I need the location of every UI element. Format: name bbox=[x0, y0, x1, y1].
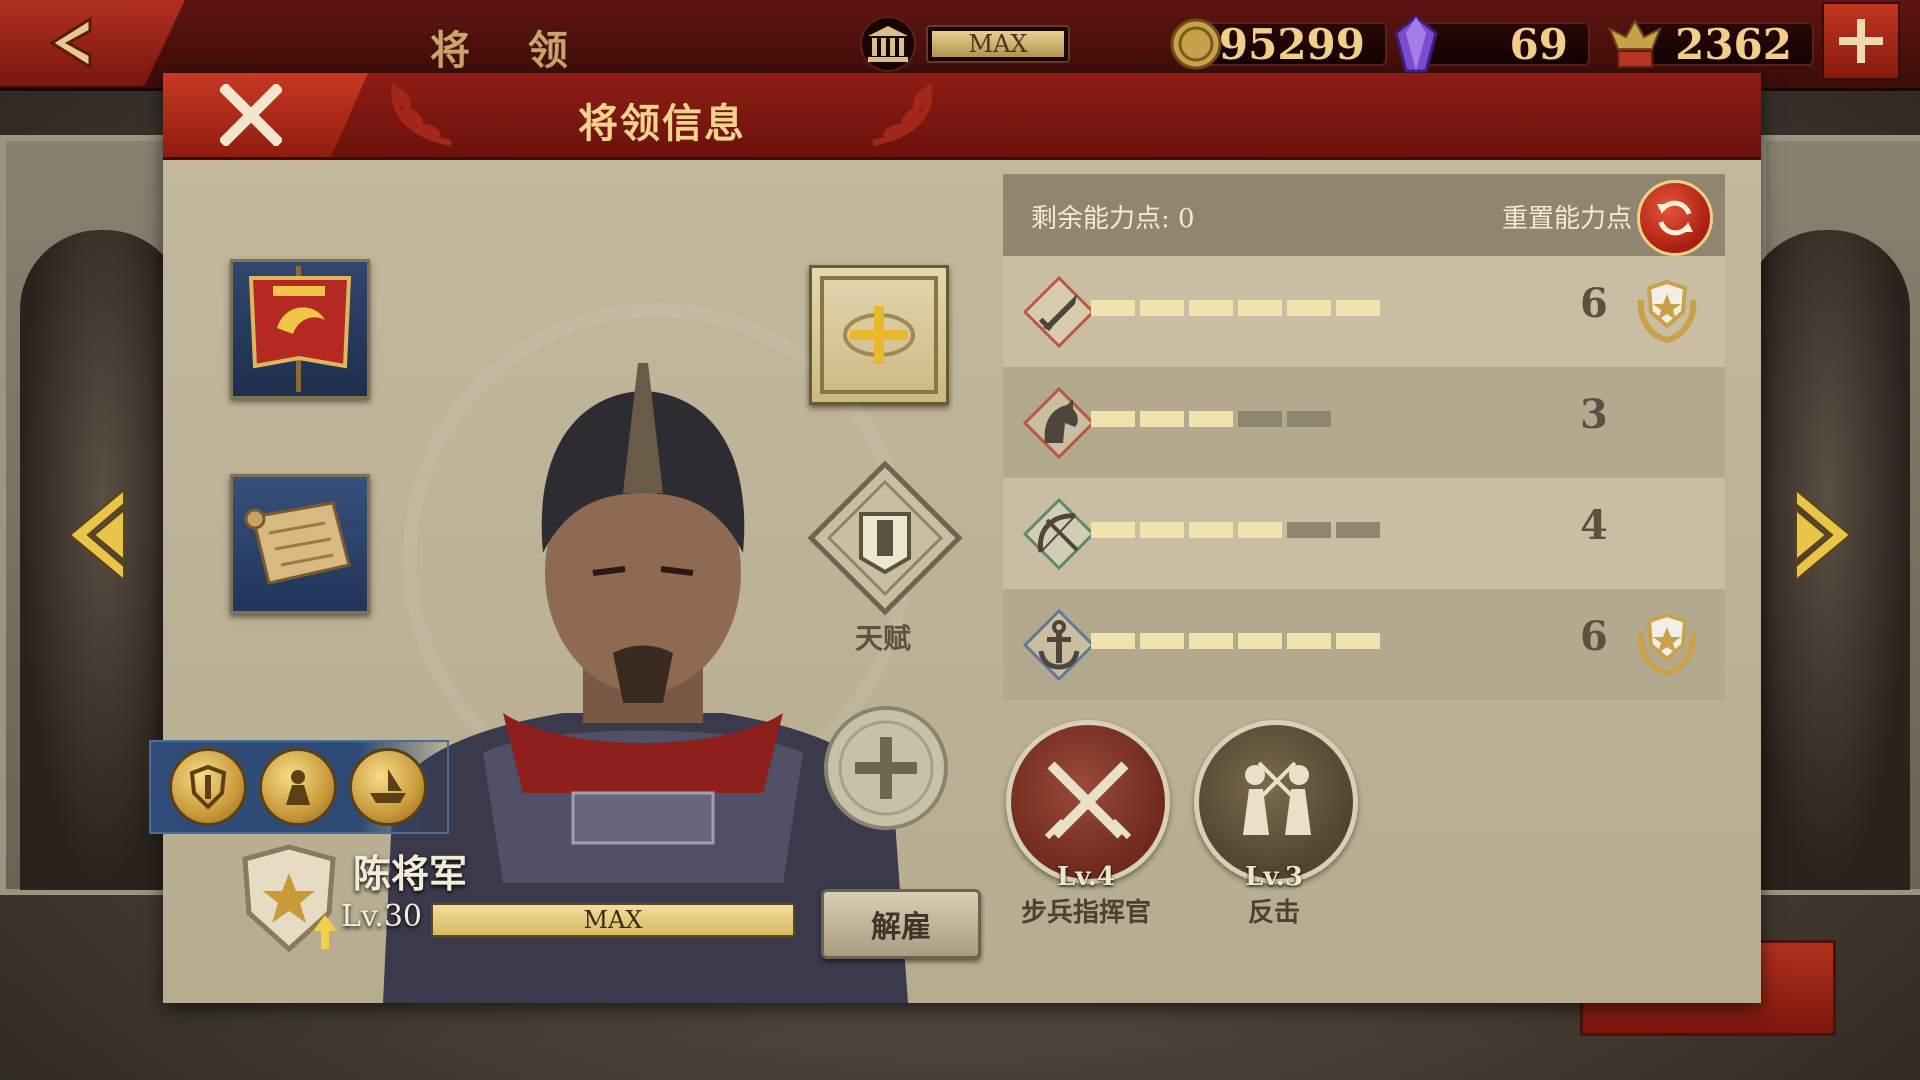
plus-icon bbox=[824, 706, 948, 830]
skill-disc bbox=[1006, 720, 1170, 884]
ability-value-cavalry: 3 bbox=[1580, 391, 1608, 438]
ability-bar-segment bbox=[1140, 300, 1184, 316]
ability-bar-segment bbox=[1189, 633, 1233, 649]
shield-icon bbox=[189, 765, 227, 809]
page-title: 将 领 bbox=[430, 27, 590, 74]
ability-bar-segment bbox=[1091, 300, 1135, 316]
ability-bar-segment bbox=[1287, 300, 1331, 316]
rank-shield-icon bbox=[242, 844, 337, 953]
reset-points-button[interactable] bbox=[1637, 180, 1713, 256]
reset-points-label: 重置能力点 bbox=[1501, 204, 1632, 234]
spqr-eagle-icon bbox=[1608, 18, 1662, 68]
coins-counter: 95299 bbox=[1170, 18, 1387, 70]
skill-name: 步兵指挥官 bbox=[1020, 898, 1151, 928]
equipment-badges bbox=[149, 740, 449, 834]
ability-bar-segment bbox=[1287, 411, 1331, 427]
ability-row-cavalry: 3 bbox=[1003, 367, 1725, 478]
ability-bar-segment bbox=[1189, 522, 1233, 538]
close-button[interactable] bbox=[163, 73, 368, 157]
next-hero-button[interactable] bbox=[1792, 487, 1854, 584]
dismiss-button[interactable]: 解雇 bbox=[821, 889, 981, 959]
coin-icon bbox=[1170, 18, 1222, 70]
crossed-swords-icon bbox=[1044, 761, 1132, 840]
ability-value-navy: 6 bbox=[1580, 613, 1608, 660]
general-name: 陈将军 bbox=[353, 851, 468, 896]
ability-bar-segment bbox=[1238, 522, 1282, 538]
legion-banner-icon bbox=[248, 266, 352, 392]
sword-icon bbox=[1022, 275, 1096, 349]
ability-bar-segment bbox=[1091, 633, 1135, 649]
refresh-icon bbox=[1657, 200, 1693, 236]
laurel-left-icon bbox=[391, 84, 452, 146]
ability-value-archer: 4 bbox=[1580, 502, 1608, 549]
bank-icon bbox=[860, 16, 916, 72]
duel-icon bbox=[1243, 761, 1311, 835]
remaining-points-label: 剩余能力点: 0 bbox=[1031, 204, 1195, 234]
ability-row-archer: 4 bbox=[1003, 478, 1725, 589]
skill-disc bbox=[1194, 720, 1358, 884]
skill-name: 反击 bbox=[1247, 898, 1300, 928]
bow-icon bbox=[1022, 497, 1096, 571]
ship-badge[interactable] bbox=[349, 748, 427, 826]
map-scroll-icon bbox=[244, 501, 351, 585]
skill-counterattack[interactable]: Lv.3 反击 bbox=[1194, 720, 1358, 929]
panel-title: 将领信息 bbox=[578, 100, 746, 147]
plus-icon bbox=[1839, 19, 1883, 63]
gems-counter: 69 bbox=[1392, 15, 1590, 73]
spqr-counter: 2362 bbox=[1606, 18, 1814, 69]
ability-bar-segment bbox=[1336, 522, 1380, 538]
back-button[interactable] bbox=[0, 0, 185, 86]
double-chevron-left-icon bbox=[68, 487, 125, 583]
scroll-slot[interactable] bbox=[230, 474, 370, 614]
ability-bar-segment bbox=[1140, 633, 1184, 649]
skill-infantry-commander[interactable]: Lv.4 步兵指挥官 bbox=[1006, 720, 1170, 929]
back-arrow-icon bbox=[49, 16, 92, 70]
ability-bar-segment bbox=[1140, 411, 1184, 427]
ability-points-header: 剩余能力点: 0 重置能力点 bbox=[1003, 174, 1725, 256]
ability-bar-segment bbox=[1287, 633, 1331, 649]
ability-bar-segment bbox=[1238, 411, 1282, 427]
anchor-icon bbox=[1022, 608, 1096, 682]
skill-level: Lv.4 bbox=[1057, 862, 1115, 892]
talent-label: 天赋 bbox=[855, 622, 912, 655]
gem-icon bbox=[1394, 15, 1438, 73]
ability-bar-segment bbox=[1140, 522, 1184, 538]
panel-header: 将领信息 bbox=[163, 73, 1761, 160]
shield-badge[interactable] bbox=[169, 748, 247, 826]
ability-bar-segment bbox=[1287, 522, 1331, 538]
ability-row-infantry: 6 bbox=[1003, 256, 1725, 367]
ability-row-navy: 6 bbox=[1003, 589, 1725, 700]
ability-bar-segment bbox=[1091, 522, 1135, 538]
ship-icon bbox=[370, 769, 406, 803]
relic-slot-add[interactable] bbox=[809, 265, 949, 405]
exp-bar: MAX bbox=[431, 903, 795, 937]
ability-bar-segment bbox=[1091, 411, 1135, 427]
ability-bar-segment bbox=[1189, 411, 1233, 427]
horse-icon bbox=[1022, 386, 1096, 460]
add-resources-button[interactable] bbox=[1822, 2, 1900, 80]
ability-bar-segment bbox=[1336, 633, 1380, 649]
general-level: Lv.30 bbox=[341, 899, 423, 934]
prev-hero-button[interactable] bbox=[66, 487, 128, 584]
warrior-badge[interactable] bbox=[259, 748, 337, 826]
talent-icon[interactable] bbox=[805, 458, 965, 618]
ability-bar-segment bbox=[1238, 633, 1282, 649]
add-talent-button[interactable] bbox=[821, 703, 951, 837]
ability-value-infantry: 6 bbox=[1580, 280, 1608, 327]
ability-bar-segment bbox=[1336, 300, 1380, 316]
bank-capacity: MAX bbox=[856, 16, 1070, 72]
warrior-icon bbox=[286, 770, 310, 805]
laurel-medal-icon bbox=[1637, 279, 1697, 344]
general-info-panel: 将领信息 天赋 陈将军 Lv.30 MAX 解雇 剩余能力点: 0 重置能力点 … bbox=[149, 73, 1761, 1003]
close-icon bbox=[219, 84, 282, 146]
legion-banner-slot[interactable] bbox=[230, 259, 370, 399]
ability-bar-segment bbox=[1238, 300, 1282, 316]
double-chevron-right-icon bbox=[1795, 487, 1852, 583]
plus-icon bbox=[820, 276, 938, 394]
laurel-medal-icon bbox=[1637, 612, 1697, 677]
laurel-right-icon bbox=[872, 84, 933, 146]
skill-level: Lv.3 bbox=[1245, 862, 1303, 892]
ability-bar-segment bbox=[1189, 300, 1233, 316]
bank-max-label: MAX bbox=[932, 31, 1064, 57]
